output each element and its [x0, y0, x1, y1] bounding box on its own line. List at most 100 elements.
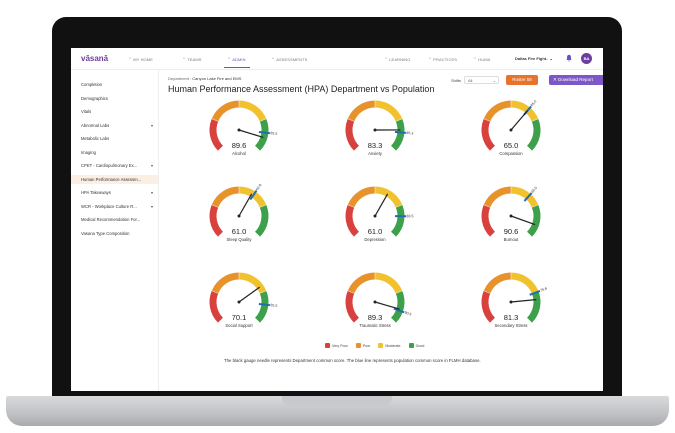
notifications-bell-icon[interactable]	[565, 54, 573, 62]
gauge-svg: 65.0	[481, 99, 541, 151]
population-score-label: 65.0	[530, 99, 538, 107]
gauge-svg: 85.5	[209, 272, 278, 323]
clipboard-icon: ◦	[272, 56, 275, 62]
sidebar-item[interactable]: CPET - Cardiopulmonary Ex... ▾	[71, 161, 158, 170]
nav-teams[interactable]: ◦ TEAMS	[183, 56, 202, 62]
gauge-band	[211, 272, 240, 294]
nav-learning[interactable]: ◦ LEARNING	[385, 56, 410, 62]
gauge-label: Social Support	[225, 323, 253, 328]
gauge-band	[374, 100, 403, 122]
gauge-svg: 90.5	[345, 272, 412, 323]
close-icon: ✕	[553, 77, 557, 82]
roster-button[interactable]: Roster 58	[506, 75, 538, 85]
sidebar-item[interactable]: Vasana Type Composition	[71, 229, 158, 238]
population-score-label: 75.6	[540, 286, 548, 292]
gauge-svg: 85.5	[209, 100, 278, 151]
nav-huma[interactable]: ◦ HUMA	[474, 56, 490, 62]
sidebar-item[interactable]: Human Performance Assessm...	[71, 174, 158, 184]
chevron-down-icon: ⌄	[492, 78, 496, 83]
nav-practices[interactable]: ◦ PRACTICES	[429, 56, 457, 62]
needle-hub	[373, 128, 377, 132]
gauge-score: 83.3	[367, 141, 383, 150]
gauge-svg: 75.6	[481, 272, 548, 323]
shifts-label: Shifts	[451, 78, 462, 83]
needle-hub	[509, 128, 513, 132]
chevron-down-icon[interactable]: ▾	[151, 188, 153, 197]
download-report-button[interactable]: ✕ Download Report	[549, 75, 603, 85]
gauge-svg: 83.5	[345, 186, 414, 237]
shifts-select[interactable]: All ⌄	[464, 76, 499, 84]
user-avatar[interactable]: BA	[581, 53, 592, 64]
needle-hub	[373, 300, 377, 304]
nav-assessments[interactable]: ◦ ASSESSMENTS	[272, 56, 307, 62]
learning-icon: ◦	[385, 56, 388, 62]
needle-hub	[237, 214, 241, 218]
legend-swatch	[355, 343, 361, 348]
sidebar-item[interactable]: Metabolic Labs	[71, 134, 158, 143]
gauge-band	[483, 186, 512, 208]
sidebar-item[interactable]: WCR - Workplace Culture R... ▾	[71, 202, 158, 211]
legend-swatch	[378, 343, 384, 348]
needle-hub	[237, 128, 241, 132]
gauge-social-support: 85.5 70.1 Social Support	[199, 266, 279, 346]
gauge-band	[483, 100, 512, 122]
sidebar-item[interactable]: HPA Takeaways ▾	[71, 188, 158, 197]
needle-hub	[373, 214, 377, 218]
gauge-band	[347, 100, 376, 122]
gauge-anxiety: 85.3 83.3 Anxiety	[335, 94, 415, 174]
chevron-down-icon[interactable]: ▾	[151, 202, 153, 211]
gauge-band	[483, 272, 512, 294]
gauge-band	[374, 272, 403, 294]
chevron-down-icon[interactable]: ▾	[151, 161, 153, 170]
gauge-depression: 83.5 61.0 Depression	[335, 180, 415, 260]
gauge-sleep-quality: 62.8 61.0 Sleep Quality	[199, 180, 279, 260]
legend-item: Very Poor	[325, 343, 348, 348]
gauge-legend: Very Poor Poor Moderate Good	[325, 343, 424, 348]
vasana-logo[interactable]: vāsanā	[81, 54, 108, 63]
sidebar-item[interactable]: Imaging	[71, 148, 158, 157]
population-marker	[394, 130, 406, 134]
sidebar-item[interactable]: Medical Recommendation For...	[71, 215, 158, 224]
needle-hub	[509, 214, 513, 218]
practices-icon: ◦	[429, 56, 432, 62]
huma-icon: ◦	[474, 56, 477, 62]
main-content: Department : Canyon Lake Fire and EMS Hu…	[159, 70, 603, 391]
gauge-traumatic-stress: 90.5 89.3 Traumatic Stress	[335, 266, 415, 346]
legend-swatch	[325, 343, 330, 348]
population-score-label: 65.5	[530, 186, 538, 194]
nav-my-home[interactable]: ◦ MY HOME	[129, 56, 153, 62]
gauge-svg: 85.3	[345, 100, 414, 151]
home-icon: ◦	[129, 56, 132, 62]
legend-item: Moderate	[378, 343, 401, 348]
gauge-band	[238, 272, 267, 294]
gauge-band	[238, 100, 267, 122]
organization-selector[interactable]: Dallas Fire Fight.. ⌄	[515, 56, 553, 61]
chevron-down-icon[interactable]: ▾	[151, 121, 153, 130]
department-needle	[510, 110, 528, 131]
gauge-band	[510, 272, 539, 294]
gauge-label: Sleep Quality	[226, 237, 252, 242]
needle-hub	[509, 300, 513, 304]
gauge-score: 70.1	[231, 313, 247, 322]
population-score-label: 85.3	[406, 131, 413, 136]
gauge-band	[211, 100, 240, 122]
gauge-label: Compassion	[499, 151, 523, 156]
sidebar-item[interactable]: Demographics	[71, 94, 158, 103]
gauge-score: 89.6	[231, 141, 247, 150]
department-needle	[510, 215, 536, 225]
breadcrumb: Department : Canyon Lake Fire and EMS	[168, 76, 242, 81]
gauge-score: 90.6	[503, 227, 519, 236]
page-title: Human Performance Assessment (HPA) Depar…	[168, 84, 435, 94]
gauge-alcohol: 85.5 89.6 Alcohol	[199, 94, 279, 174]
report-sidebar: Completion Demographics Vitals Abnormal Lab…	[71, 70, 159, 391]
gauge-label: Alcohol	[232, 151, 246, 156]
gauge-svg: 65.5	[481, 186, 541, 237]
sidebar-item[interactable]: Completion	[71, 80, 158, 89]
gauge-burnout: 65.5 90.6 Burnout	[471, 180, 551, 260]
department-needle	[238, 193, 252, 217]
nav-admin[interactable]: ◦ ADMIN	[224, 56, 250, 68]
sidebar-item[interactable]: Vitals	[71, 107, 158, 116]
population-score-label: 85.5	[270, 131, 277, 136]
gauge-score: 61.0	[367, 227, 383, 236]
sidebar-item[interactable]: Abnormal Labs ▾	[71, 121, 158, 130]
